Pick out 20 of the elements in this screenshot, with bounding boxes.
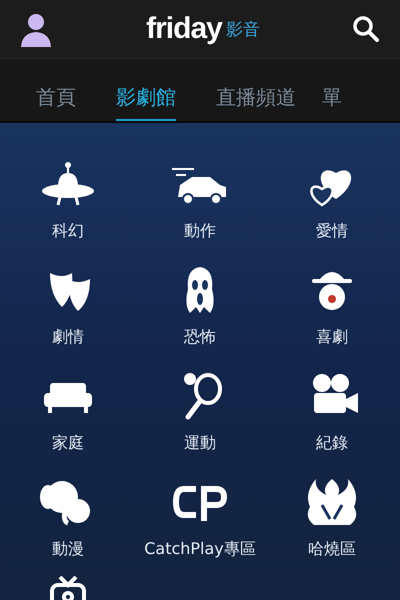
genre-label[interactable]: 動作: [184, 221, 216, 242]
genre-label[interactable]: 劇情: [52, 327, 84, 348]
genre-label[interactable]: 科幻: [52, 221, 84, 242]
genre-label[interactable]: 喜劇: [316, 327, 348, 348]
tab[interactable]: 直播頻道: [216, 84, 296, 121]
logo: friday: [146, 12, 222, 46]
tab[interactable]: 首頁: [36, 84, 76, 121]
genre-label[interactable]: 紀錄: [316, 433, 348, 454]
genre-label[interactable]: 運動: [184, 433, 216, 454]
genre-label[interactable]: 家庭: [52, 433, 84, 454]
profile-icon[interactable]: [18, 11, 54, 47]
genre-label[interactable]: CatchPlay專區: [144, 539, 256, 560]
tab[interactable]: 單: [322, 84, 342, 121]
genre-label[interactable]: 動漫: [52, 539, 84, 560]
logo-suffix: 影音: [226, 18, 260, 40]
genre-label[interactable]: 愛情: [316, 221, 348, 242]
genre-label[interactable]: 恐怖: [184, 327, 216, 348]
genre-label[interactable]: 哈燒區: [308, 539, 356, 560]
tab[interactable]: 影劇館: [116, 84, 176, 121]
search-icon[interactable]: [352, 15, 380, 43]
